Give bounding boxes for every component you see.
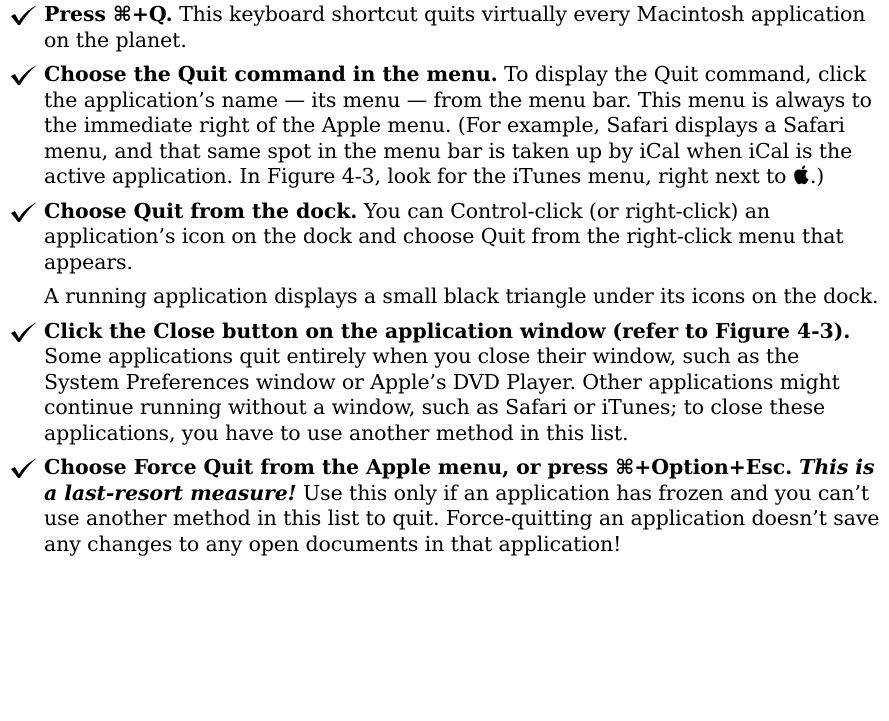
item-lead: Choose the Quit command in the menu.	[44, 62, 498, 86]
check-mark-icon	[10, 201, 38, 223]
item-text: Some applications quit entirely when you…	[44, 344, 840, 445]
dock-note-paragraph: A running application displays a small b…	[44, 284, 879, 308]
list-item-close-button: Click the Close button on the applicatio…	[10, 319, 880, 447]
list-item-force-quit: Choose Force Quit from the Apple menu, o…	[10, 455, 880, 557]
item-lead: Press ⌘+Q.	[44, 2, 173, 26]
item-text-after-icon: .)	[809, 164, 825, 188]
document-page: Press ⌘+Q. This keyboard shortcut quits …	[10, 2, 880, 566]
apple-logo-icon	[793, 165, 810, 185]
item-lead: Choose Quit from the dock.	[44, 198, 358, 223]
check-mark-icon	[10, 457, 38, 479]
item-lead: Choose Force Quit from the Apple menu, o…	[44, 455, 793, 479]
check-mark-icon	[10, 4, 38, 26]
item-lead: Click the Close button on the applicatio…	[44, 318, 851, 343]
list-item-quit-from-dock: Choose Quit from the dock. You can Contr…	[10, 199, 880, 276]
list-item-quit-command-menu: Choose the Quit command in the menu. To …	[10, 62, 880, 190]
list-item-press-cmd-q: Press ⌘+Q. This keyboard shortcut quits …	[10, 2, 880, 53]
check-mark-icon	[10, 321, 38, 343]
check-mark-icon	[10, 64, 38, 86]
